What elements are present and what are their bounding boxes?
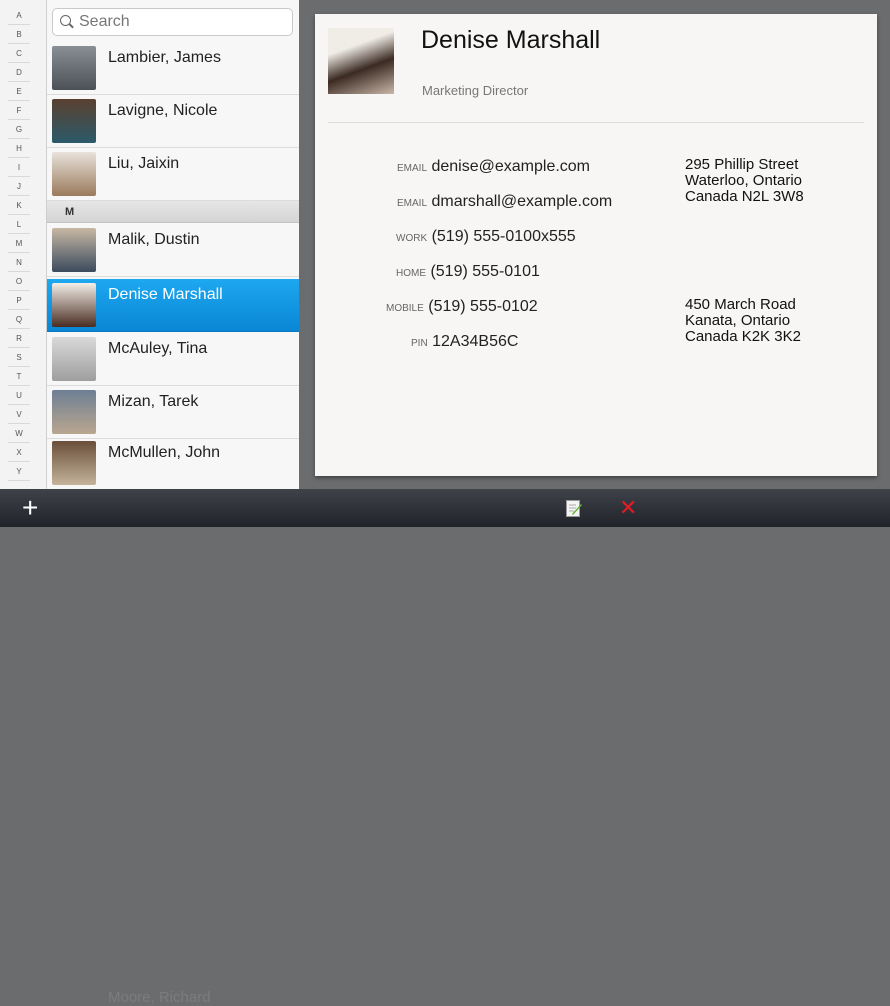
avatar: [52, 152, 96, 196]
edit-icon[interactable]: [566, 500, 582, 518]
contact-photo: [328, 28, 394, 94]
index-letter[interactable]: V: [8, 406, 30, 424]
mobile-phone-field[interactable]: MOBILE (519) 555-0102: [386, 298, 538, 316]
avatar: [52, 283, 96, 327]
contact-name: Lavigne, Nicole: [108, 102, 218, 119]
contact-name: Liu, Jaixin: [108, 155, 180, 172]
field-label: WORK: [396, 233, 428, 244]
index-letter[interactable]: O: [8, 273, 30, 291]
index-letter[interactable]: E: [8, 83, 30, 101]
field-value: dmarshall@example.com: [431, 193, 613, 210]
email-field[interactable]: EMAIL dmarshall@example.com: [397, 193, 612, 211]
index-letter[interactable]: D: [8, 64, 30, 82]
bottom-action-bar: + Moore, Richard ✕: [0, 489, 890, 1006]
avatar: [52, 441, 96, 485]
field-label: EMAIL: [397, 163, 428, 174]
contact-name: McAuley, Tina: [108, 340, 208, 357]
add-contact-button[interactable]: +: [22, 494, 38, 522]
index-letter[interactable]: A: [8, 7, 30, 25]
ghost-contact-name: Moore, Richard: [108, 989, 211, 1006]
contact-name: Mizan, Tarek: [108, 393, 199, 410]
delete-icon[interactable]: ✕: [619, 497, 637, 519]
index-letter[interactable]: B: [8, 26, 30, 44]
field-value: denise@example.com: [431, 158, 591, 175]
contact-row[interactable]: Lambier, James: [47, 42, 299, 95]
index-letter[interactable]: Y: [8, 463, 30, 481]
index-letter[interactable]: P: [8, 292, 30, 310]
avatar: [52, 337, 96, 381]
index-letter[interactable]: S: [8, 349, 30, 367]
field-label: MOBILE: [386, 303, 424, 314]
avatar: [52, 46, 96, 90]
field-value: (519) 555-0102: [428, 298, 538, 315]
work-phone-field[interactable]: WORK (519) 555-0100x555: [396, 228, 576, 246]
avatar: [52, 228, 96, 272]
email-field[interactable]: EMAIL denise@example.com: [397, 158, 590, 176]
index-letter[interactable]: J: [8, 178, 30, 196]
contact-title: Denise Marshall: [421, 26, 601, 54]
contact-name: McMullen, John: [108, 444, 221, 461]
index-letter[interactable]: X: [8, 444, 30, 462]
search-icon: [60, 15, 71, 26]
contact-name: Lambier, James: [108, 49, 221, 66]
home-phone-field[interactable]: HOME (519) 555-0101: [396, 263, 540, 281]
index-letter[interactable]: N: [8, 254, 30, 272]
contact-row[interactable]: Mizan, Tarek: [47, 386, 299, 439]
index-letter[interactable]: F: [8, 102, 30, 120]
contact-name: Denise Marshall: [108, 286, 223, 303]
address-block[interactable]: 450 March Road Kanata, Ontario Canada K2…: [685, 297, 801, 345]
contact-row[interactable]: Liu, Jaixin: [47, 148, 299, 201]
index-letter[interactable]: C: [8, 45, 30, 63]
index-letter[interactable]: W: [8, 425, 30, 443]
pin-field[interactable]: PIN 12A34B56C: [411, 333, 518, 351]
search-placeholder: Search: [79, 13, 130, 30]
contact-row[interactable]: Lavigne, Nicole: [47, 95, 299, 148]
index-letter[interactable]: U: [8, 387, 30, 405]
contact-role: Marketing Director: [422, 83, 529, 98]
index-letter[interactable]: K: [8, 197, 30, 215]
field-label: EMAIL: [397, 198, 428, 209]
divider: [328, 122, 864, 123]
avatar: [52, 390, 96, 434]
index-letter[interactable]: Q: [8, 311, 30, 329]
field-value: (519) 555-0101: [430, 263, 540, 280]
field-label: HOME: [396, 268, 426, 279]
index-letter[interactable]: L: [8, 216, 30, 234]
contact-row-selected[interactable]: Denise Marshall: [47, 279, 299, 332]
field-value: 12A34B56C: [432, 333, 519, 350]
contact-row[interactable]: McMullen, John: [47, 437, 299, 489]
section-header: M: [47, 201, 299, 223]
contact-list[interactable]: Search Lambier, James Lavigne, Nicole Li…: [47, 0, 299, 489]
address-block[interactable]: 295 Phillip Street Waterloo, Ontario Can…: [685, 157, 804, 205]
index-letter[interactable]: T: [8, 368, 30, 386]
field-value: (519) 555-0100x555: [431, 228, 576, 245]
contact-row[interactable]: McAuley, Tina: [47, 333, 299, 386]
index-letter[interactable]: I: [8, 159, 30, 177]
field-label: PIN: [411, 338, 428, 349]
index-letter[interactable]: H: [8, 140, 30, 158]
contact-row[interactable]: Malik, Dustin: [47, 224, 299, 277]
alphabet-index[interactable]: A B C D E F G H I J K L M N O P Q R S T …: [0, 0, 47, 489]
contact-detail-card: Denise Marshall Marketing Director EMAIL…: [315, 14, 877, 476]
search-field[interactable]: Search: [52, 8, 293, 36]
avatar: [52, 99, 96, 143]
index-letter[interactable]: R: [8, 330, 30, 348]
index-letter[interactable]: G: [8, 121, 30, 139]
contact-name: Malik, Dustin: [108, 231, 200, 248]
index-letter[interactable]: M: [8, 235, 30, 253]
